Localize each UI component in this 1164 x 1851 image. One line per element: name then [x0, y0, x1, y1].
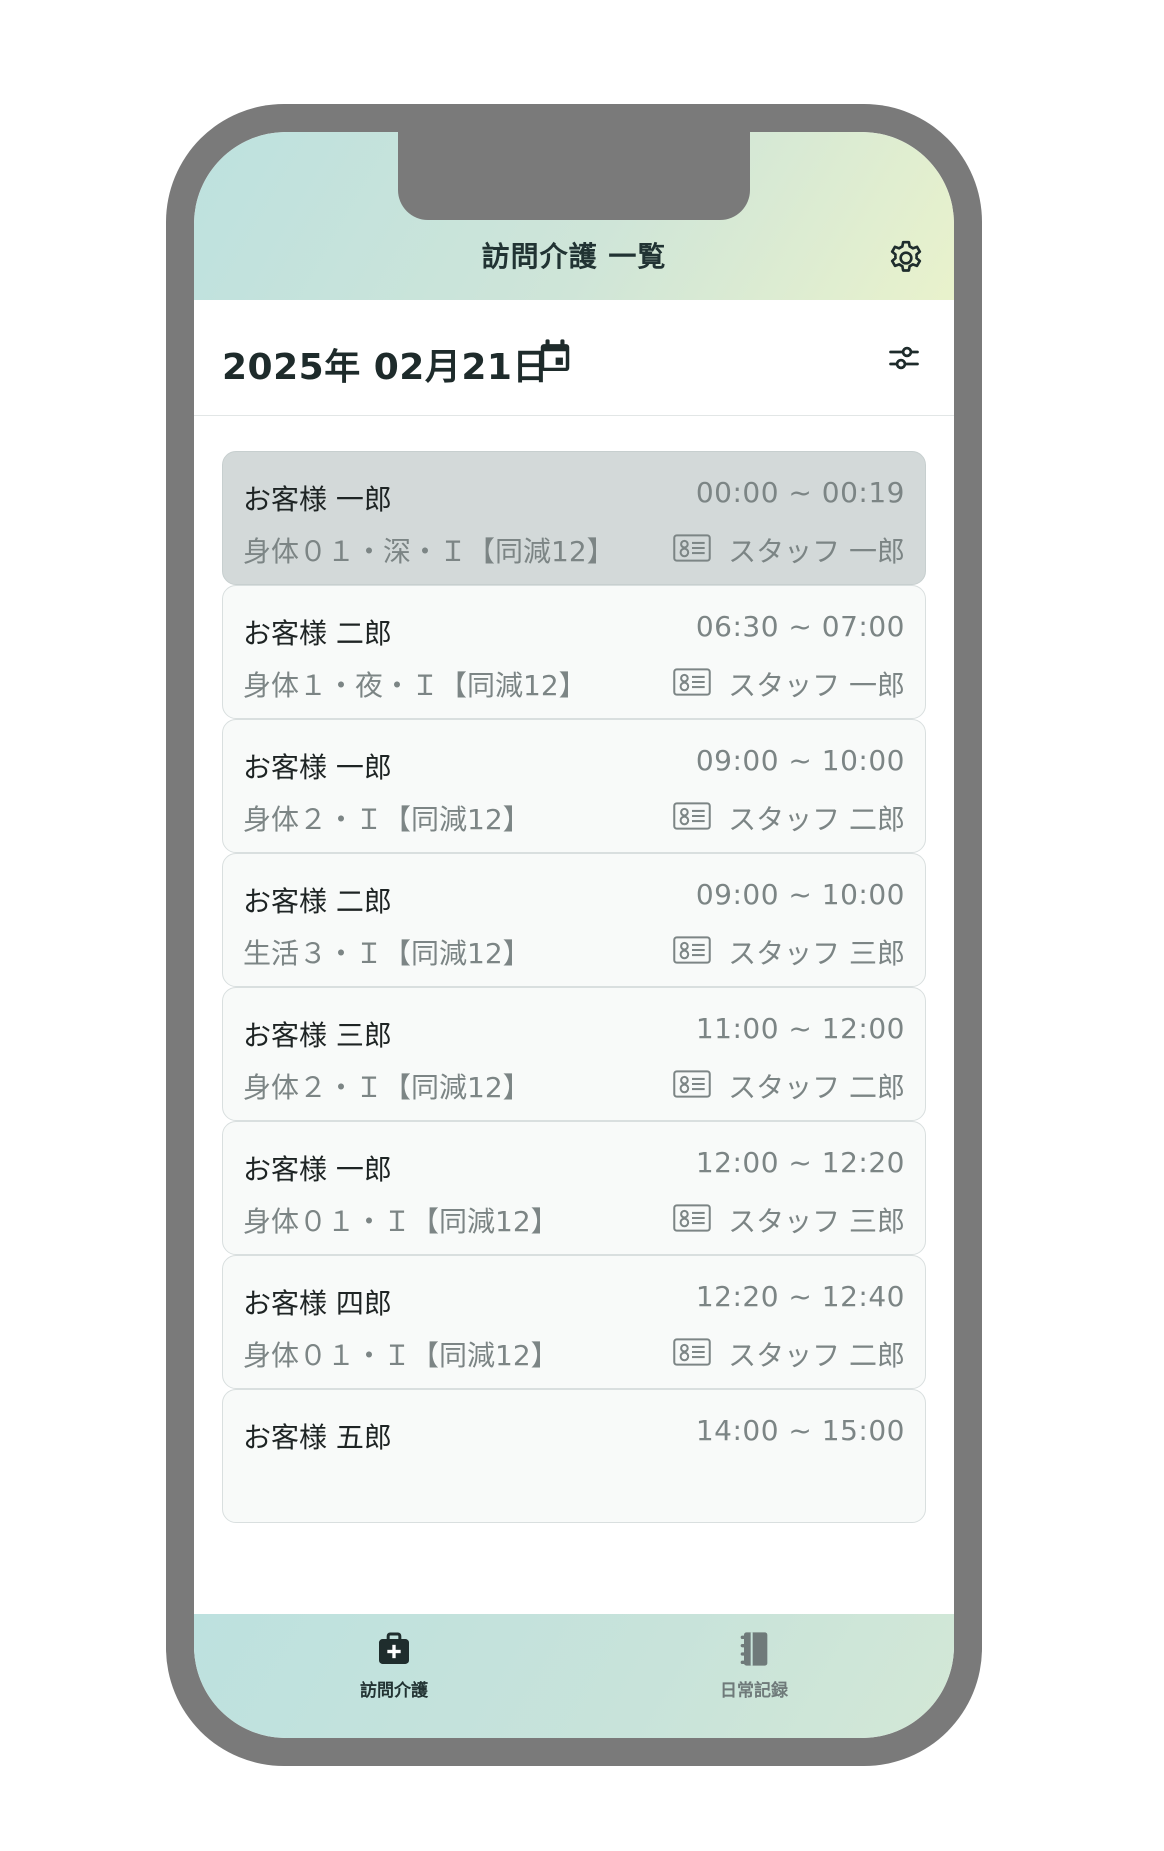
selected-date[interactable]: 2025年 02月21日 — [222, 338, 549, 390]
staff-name: スタッフ 二郎 — [728, 803, 905, 836]
date-bar: 2025年 02月21日 — [194, 300, 954, 416]
visit-card[interactable]: お客様 二郎 06:30 ~ 07:00 身体１・夜・Ｉ【同減12】 スタッフ … — [222, 585, 926, 719]
customer-name: お客様 五郎 — [243, 1421, 392, 1454]
page-title: 訪問介護 一覧 — [481, 240, 667, 273]
service-code: 身体１・夜・Ｉ【同減12】 — [243, 669, 587, 702]
service-code: 身体２・Ｉ【同減12】 — [243, 1071, 531, 1104]
medical-bag-icon — [379, 1632, 409, 1664]
service-code: 身体０１・Ｉ【同減12】 — [243, 1339, 559, 1372]
staff-name: スタッフ 二郎 — [728, 1339, 905, 1372]
tab-label: 日常記録 — [720, 1681, 788, 1701]
visit-time: 09:00 ~ 10:00 — [695, 744, 905, 777]
visit-card[interactable]: お客様 四郎 12:20 ~ 12:40 身体０１・Ｉ【同減12】 スタッフ 二… — [222, 1255, 926, 1389]
visit-card[interactable]: お客様 一郎 12:00 ~ 12:20 身体０１・Ｉ【同減12】 スタッフ 三… — [222, 1121, 926, 1255]
service-code: 生活３・Ｉ【同減12】 — [243, 937, 531, 970]
staff-id-card-icon — [673, 802, 711, 830]
staff-id-card-icon — [673, 534, 711, 562]
tab-label: 訪問介護 — [360, 1681, 428, 1701]
staff-id-card-icon — [673, 1338, 711, 1366]
visit-time: 12:20 ~ 12:40 — [695, 1280, 905, 1313]
gear-icon[interactable] — [886, 238, 926, 278]
visit-card[interactable]: お客様 二郎 09:00 ~ 10:00 生活３・Ｉ【同減12】 スタッフ 三郎 — [222, 853, 926, 987]
customer-name: お客様 二郎 — [243, 617, 392, 650]
tab-home-care[interactable]: 訪問介護 — [294, 1614, 494, 1738]
visit-time: 14:00 ~ 15:00 — [695, 1414, 905, 1447]
staff-id-card-icon — [673, 668, 711, 696]
filter-sliders-icon[interactable] — [886, 340, 922, 376]
service-code: 身体０１・Ｉ【同減12】 — [243, 1205, 559, 1238]
staff-id-card-icon — [673, 1070, 711, 1098]
customer-name: お客様 三郎 — [243, 1019, 392, 1052]
staff-id-card-icon — [673, 936, 711, 964]
customer-name: お客様 一郎 — [243, 483, 392, 516]
service-code: 身体２・Ｉ【同減12】 — [243, 803, 531, 836]
visit-time: 09:00 ~ 10:00 — [695, 878, 905, 911]
customer-name: お客様 二郎 — [243, 885, 392, 918]
staff-name: スタッフ 一郎 — [728, 669, 905, 702]
customer-name: お客様 一郎 — [243, 1153, 392, 1186]
service-code: 身体０１・深・Ｉ【同減12】 — [243, 535, 615, 568]
tab-daily-record[interactable]: 日常記録 — [654, 1614, 854, 1738]
visit-card[interactable]: お客様 一郎 09:00 ~ 10:00 身体２・Ｉ【同減12】 スタッフ 二郎 — [222, 719, 926, 853]
bottom-tab-bar: 訪問介護 日常記録 — [194, 1614, 954, 1738]
visit-time: 11:00 ~ 12:00 — [695, 1012, 905, 1045]
staff-id-card-icon — [673, 1204, 711, 1232]
phone-frame: 訪問介護 一覧 2025年 02月21日 お客様 一郎 00:00 ~ 00:1… — [166, 104, 982, 1766]
visit-time: 00:00 ~ 00:19 — [695, 476, 905, 509]
notebook-icon — [740, 1632, 768, 1666]
staff-name: スタッフ 二郎 — [728, 1071, 905, 1104]
calendar-icon[interactable] — [536, 336, 574, 376]
visit-card[interactable]: お客様 一郎 00:00 ~ 00:19 身体０１・深・Ｉ【同減12】 スタッフ… — [222, 451, 926, 585]
customer-name: お客様 一郎 — [243, 751, 392, 784]
visit-card[interactable]: お客様 五郎 14:00 ~ 15:00 — [222, 1389, 926, 1523]
staff-name: スタッフ 三郎 — [728, 937, 905, 970]
visit-time: 06:30 ~ 07:00 — [695, 610, 905, 643]
visit-list[interactable]: お客様 一郎 00:00 ~ 00:19 身体０１・深・Ｉ【同減12】 スタッフ… — [194, 417, 954, 1614]
staff-name: スタッフ 一郎 — [728, 535, 905, 568]
customer-name: お客様 四郎 — [243, 1287, 392, 1320]
visit-time: 12:00 ~ 12:20 — [695, 1146, 905, 1179]
app-screen: 訪問介護 一覧 2025年 02月21日 お客様 一郎 00:00 ~ 00:1… — [194, 132, 954, 1738]
visit-card[interactable]: お客様 三郎 11:00 ~ 12:00 身体２・Ｉ【同減12】 スタッフ 二郎 — [222, 987, 926, 1121]
staff-name: スタッフ 三郎 — [728, 1205, 905, 1238]
phone-notch — [398, 132, 750, 220]
